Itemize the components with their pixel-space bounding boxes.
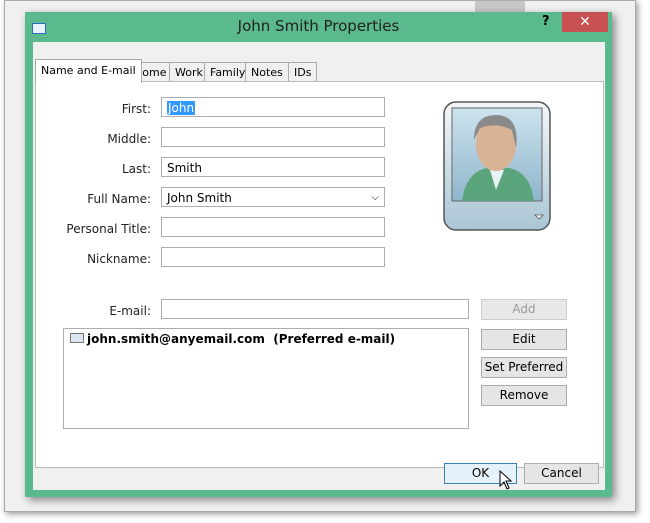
tab-name-and-email[interactable]: Name and E-mail (35, 59, 142, 83)
first-value: John (167, 101, 196, 115)
email-list-item[interactable]: john.smith@anyemail.com (Preferred e-mai… (70, 332, 395, 346)
personal-title-label: Personal Title: (66, 222, 151, 236)
personal-title-input[interactable] (161, 217, 385, 237)
email-label: E-mail: (109, 304, 151, 318)
contact-picture[interactable] (442, 100, 552, 233)
last-input[interactable]: Smith (161, 157, 385, 177)
dialog-title: John Smith Properties (237, 17, 400, 35)
middle-label: Middle: (107, 132, 151, 146)
nickname-label: Nickname: (87, 252, 151, 266)
full-name-select[interactable]: John Smith ⌵ (161, 187, 385, 207)
set-preferred-button[interactable]: Set Preferred (481, 357, 567, 378)
help-button[interactable]: ? (542, 14, 550, 29)
add-button[interactable]: Add (481, 299, 567, 320)
tab-work[interactable]: Work (169, 62, 209, 82)
tab-notes[interactable]: Notes (245, 62, 289, 82)
middle-input[interactable] (161, 127, 385, 147)
first-label: First: (121, 102, 151, 116)
email-note: (Preferred e-mail) (273, 332, 396, 346)
dialog-body: Name and E-mail Home Work Family Notes I… (33, 42, 605, 490)
last-label: Last: (121, 162, 151, 176)
chevron-down-icon: ⌵ (371, 192, 379, 203)
edit-button[interactable]: Edit (481, 329, 567, 350)
full-name-value: John Smith (167, 191, 232, 205)
first-input[interactable]: John (161, 97, 385, 117)
email-address: john.smith@anyemail.com (87, 332, 265, 346)
envelope-icon (70, 333, 84, 343)
remove-button[interactable]: Remove (481, 385, 567, 406)
tab-panel: First: John Middle: Last: Smith Full Nam… (35, 81, 604, 468)
tab-ids[interactable]: IDs (288, 62, 318, 82)
properties-dialog: John Smith Properties ? ✕ Name and E-mai… (25, 12, 612, 497)
mouse-cursor-icon (499, 470, 513, 490)
close-button[interactable]: ✕ (562, 12, 608, 32)
email-list[interactable]: john.smith@anyemail.com (Preferred e-mai… (63, 328, 469, 429)
email-input[interactable] (161, 299, 469, 319)
cancel-button[interactable]: Cancel (524, 463, 599, 484)
full-name-label: Full Name: (87, 192, 151, 206)
nickname-input[interactable] (161, 247, 385, 267)
